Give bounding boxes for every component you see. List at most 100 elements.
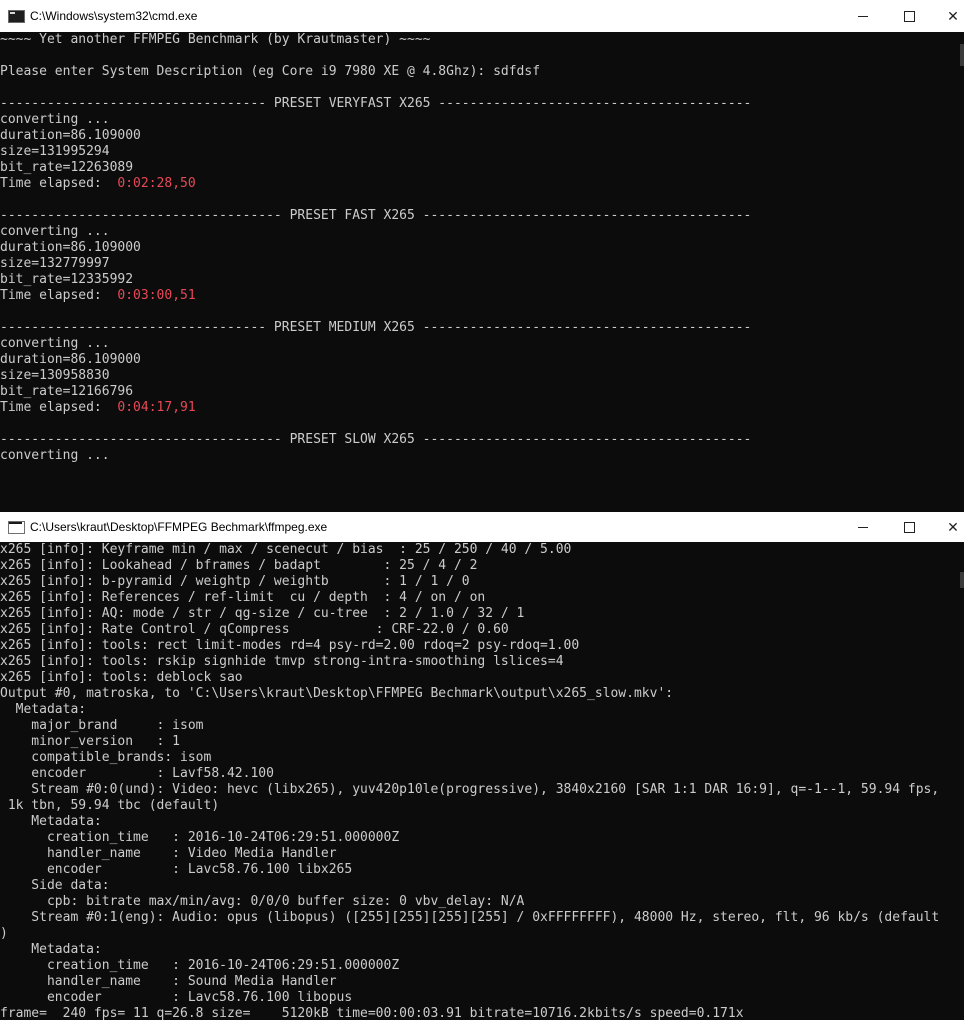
console-line-text: x265 [info]: Keyframe min / max / scenec… xyxy=(0,542,572,557)
console-line: encoder : Lavc58.76.100 libx265 xyxy=(0,862,964,878)
console-line: x265 [info]: References / ref-limit cu /… xyxy=(0,590,964,606)
close-icon: ✕ xyxy=(947,518,959,535)
console-line: x265 [info]: Lookahead / bframes / badap… xyxy=(0,558,964,574)
console-line-text: Output #0, matroska, to 'C:\Users\kraut\… xyxy=(0,686,674,701)
console-line-text: ---------------------------------- PRESE… xyxy=(0,320,752,335)
console-app-icon[interactable] xyxy=(8,10,25,23)
console-line: x265 [info]: Keyframe min / max / scenec… xyxy=(0,542,964,558)
console-line-text: Please enter System Description (eg Core… xyxy=(0,64,541,79)
console-line: Side data: xyxy=(0,878,964,894)
console-line-text: Metadata: xyxy=(0,814,102,829)
console-line-text: x265 [info]: tools: rskip signhide tmvp … xyxy=(0,654,564,669)
close-button[interactable]: ✕ xyxy=(930,0,964,32)
console-line: duration=86.109000 xyxy=(0,352,964,368)
cmd-title-bar[interactable]: C:\Windows\system32\cmd.exe ✕ xyxy=(0,0,964,32)
console-line: size=132779997 xyxy=(0,256,964,272)
scrollbar-thumb[interactable] xyxy=(960,44,964,66)
cmd-window: C:\Windows\system32\cmd.exe ✕ ~~~~ Yet a… xyxy=(0,0,964,512)
console-line-text: x265 [info]: b-pyramid / weightp / weigh… xyxy=(0,574,470,589)
console-line: x265 [info]: tools: deblock sao xyxy=(0,670,964,686)
console-line: ---------------------------------- PRESE… xyxy=(0,320,964,336)
console-line-text: 1k tbn, 59.94 tbc (default) xyxy=(0,798,220,813)
console-line: ---------------------------------- PRESE… xyxy=(0,96,964,112)
maximize-icon xyxy=(903,521,915,533)
console-line-text: size=132779997 xyxy=(0,256,110,271)
console-line: x265 [info]: b-pyramid / weightp / weigh… xyxy=(0,574,964,590)
console-app-icon[interactable] xyxy=(8,521,25,534)
console-line-text: ------------------------------------ PRE… xyxy=(0,208,752,223)
minimize-icon xyxy=(858,15,868,17)
console-line: handler_name : Video Media Handler xyxy=(0,846,964,862)
console-line: Time elapsed: 0:04:17,91 xyxy=(0,400,964,416)
console-line: Output #0, matroska, to 'C:\Users\kraut\… xyxy=(0,686,964,702)
close-button[interactable]: ✕ xyxy=(930,512,964,542)
window-title: C:\Users\kraut\Desktop\FFMPEG Bechmark\f… xyxy=(30,520,328,534)
console-line: creation_time : 2016-10-24T06:29:51.0000… xyxy=(0,830,964,846)
minimize-icon xyxy=(858,526,868,528)
console-line: x265 [info]: Rate Control / qCompress : … xyxy=(0,622,964,638)
close-icon: ✕ xyxy=(947,7,959,24)
console-line: converting ... xyxy=(0,224,964,240)
console-line-text: handler_name : Sound Media Handler xyxy=(0,974,337,989)
console-line-text: Stream #0:1(eng): Audio: opus (libopus) … xyxy=(0,910,940,925)
console-line: size=131995294 xyxy=(0,144,964,160)
minimize-button[interactable] xyxy=(840,512,886,542)
console-line-text: converting ... xyxy=(0,224,110,239)
console-line-text: bit_rate=12263089 xyxy=(0,160,134,175)
ffmpeg-title-bar[interactable]: C:\Users\kraut\Desktop\FFMPEG Bechmark\f… xyxy=(0,512,964,542)
console-line: Stream #0:0(und): Video: hevc (libx265),… xyxy=(0,782,964,798)
maximize-button[interactable] xyxy=(886,0,932,32)
console-line-text: duration=86.109000 xyxy=(0,128,141,143)
console-line: creation_time : 2016-10-24T06:29:51.0000… xyxy=(0,958,964,974)
console-line: converting ... xyxy=(0,448,964,464)
maximize-button[interactable] xyxy=(886,512,932,542)
console-output[interactable]: x265 [info]: Keyframe min / max / scenec… xyxy=(0,542,964,1020)
console-line: x265 [info]: AQ: mode / str / qg-size / … xyxy=(0,606,964,622)
console-line: duration=86.109000 xyxy=(0,240,964,256)
console-line: 1k tbn, 59.94 tbc (default) xyxy=(0,798,964,814)
maximize-icon xyxy=(903,10,915,22)
console-line: Stream #0:1(eng): Audio: opus (libopus) … xyxy=(0,910,964,926)
console-line-text: duration=86.109000 xyxy=(0,240,141,255)
console-line-text: x265 [info]: tools: deblock sao xyxy=(0,670,243,685)
console-line-text: x265 [info]: Rate Control / qCompress : … xyxy=(0,622,509,637)
console-line-text: frame= 240 fps= 11 q=26.8 size= 5120kB t… xyxy=(0,1006,744,1020)
console-line: Time elapsed: 0:03:00,51 xyxy=(0,288,964,304)
console-line-text: x265 [info]: References / ref-limit cu /… xyxy=(0,590,486,605)
console-line-text: compatible_brands: isom xyxy=(0,750,212,765)
console-line-text: duration=86.109000 xyxy=(0,352,141,367)
console-line-text: converting ... xyxy=(0,112,110,127)
console-line-text: x265 [info]: AQ: mode / str / qg-size / … xyxy=(0,606,525,621)
console-line: converting ... xyxy=(0,112,964,128)
console-line: Please enter System Description (eg Core… xyxy=(0,64,964,80)
console-line: Time elapsed: 0:02:28,50 xyxy=(0,176,964,192)
console-line: bit_rate=12263089 xyxy=(0,160,964,176)
console-line: duration=86.109000 xyxy=(0,128,964,144)
console-line-text: Time elapsed: xyxy=(0,400,118,415)
console-line: bit_rate=12335992 xyxy=(0,272,964,288)
console-output[interactable]: ~~~~ Yet another FFMPEG Benchmark (by Kr… xyxy=(0,32,964,464)
console-line-text: minor_version : 1 xyxy=(0,734,181,749)
console-line: bit_rate=12166796 xyxy=(0,384,964,400)
console-line-text: size=131995294 xyxy=(0,144,110,159)
console-line: major_brand : isom xyxy=(0,718,964,734)
console-line-text: bit_rate=12166796 xyxy=(0,384,134,399)
console-line: minor_version : 1 xyxy=(0,734,964,750)
console-line-text: ------------------------------------ PRE… xyxy=(0,432,752,447)
scrollbar-thumb[interactable] xyxy=(960,572,964,588)
console-line-text: x265 [info]: tools: rect limit-modes rd=… xyxy=(0,638,580,653)
console-line-text: x265 [info]: Lookahead / bframes / badap… xyxy=(0,558,478,573)
console-line-text: encoder : Lavc58.76.100 libopus xyxy=(0,990,353,1005)
console-line: x265 [info]: tools: rskip signhide tmvp … xyxy=(0,654,964,670)
console-line: handler_name : Sound Media Handler xyxy=(0,974,964,990)
console-line-text: creation_time : 2016-10-24T06:29:51.0000… xyxy=(0,830,400,845)
minimize-button[interactable] xyxy=(840,0,886,32)
console-line-text: creation_time : 2016-10-24T06:29:51.0000… xyxy=(0,958,400,973)
console-line-text: bit_rate=12335992 xyxy=(0,272,134,287)
console-line: ~~~~ Yet another FFMPEG Benchmark (by Kr… xyxy=(0,32,964,48)
console-line-text: Metadata: xyxy=(0,942,102,957)
console-line-text: converting ... xyxy=(0,448,110,463)
